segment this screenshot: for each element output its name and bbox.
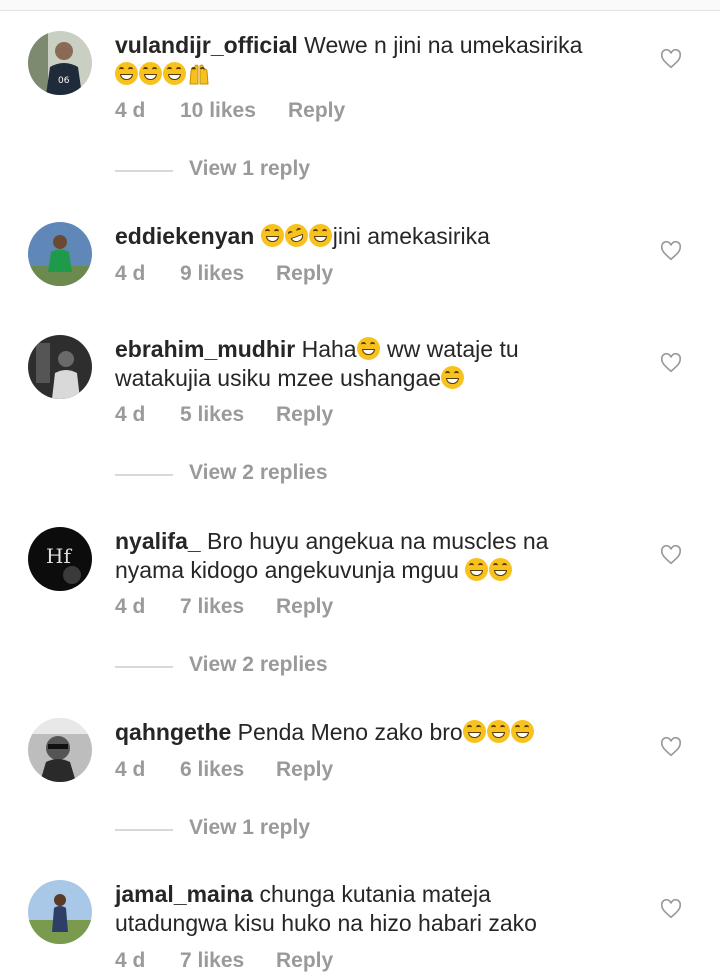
grin-emoji-icon: [510, 720, 534, 743]
reply-button[interactable]: Reply: [288, 99, 345, 123]
comment-text-line2: utadungwa kisu huko na hizo habari zako: [115, 910, 537, 936]
comment-text-cont: ww wataje tu: [380, 336, 519, 362]
comment-age: 4 d: [115, 403, 146, 426]
like-heart-icon[interactable]: [660, 898, 682, 920]
raised-hands-emoji-icon: [187, 62, 211, 85]
comment-age: 4 d: [115, 758, 146, 781]
view-replies-label: View 2 replies: [189, 653, 328, 676]
comment-text-line2: nyama kidogo angekuvunja mguu: [115, 557, 459, 583]
reply-button[interactable]: Reply: [276, 403, 333, 427]
likes-count[interactable]: 10 likes: [180, 99, 256, 123]
like-heart-icon[interactable]: [660, 240, 682, 262]
view-replies-label: View 2 replies: [189, 461, 328, 484]
avatar[interactable]: [28, 222, 92, 286]
grin-emoji-icon: [489, 558, 513, 581]
likes-count[interactable]: 7 likes: [180, 949, 244, 973]
comment-text: jini amekasirika: [332, 223, 490, 249]
grin-emoji-icon: [462, 720, 486, 743]
comment-username[interactable]: eddiekenyan: [115, 223, 254, 249]
likes-count[interactable]: 6 likes: [180, 758, 244, 782]
avatar[interactable]: Hf: [28, 527, 92, 591]
comment-body: jamal_maina chunga kutania mateja utadun…: [115, 880, 635, 938]
likes-count[interactable]: 7 likes: [180, 595, 244, 619]
replies-dash: [115, 474, 173, 476]
comment-username[interactable]: vulandijr_official: [115, 32, 298, 58]
comment-body: qahngethe Penda Meno zako bro: [115, 718, 635, 747]
comment-age: 4 d: [115, 595, 146, 618]
replies-dash: [115, 170, 173, 172]
rofl-emoji-icon: [281, 220, 311, 251]
likes-count[interactable]: 9 likes: [180, 262, 244, 286]
comment-username[interactable]: qahngethe: [115, 719, 231, 745]
comment-body: eddiekenyan jini amekasirika: [115, 220, 635, 251]
likes-count[interactable]: 5 likes: [180, 403, 244, 427]
comment-username[interactable]: jamal_maina: [115, 881, 253, 907]
reply-button[interactable]: Reply: [276, 949, 333, 973]
comment-text: Penda Meno zako bro: [237, 719, 463, 745]
comment-age: 4 d: [115, 99, 146, 122]
comment-username[interactable]: nyalifa_: [115, 528, 201, 554]
comment-text: chunga kutania mateja: [259, 881, 491, 907]
grin-emoji-icon: [356, 337, 380, 360]
replies-dash: [115, 829, 173, 831]
comment-age: 4 d: [115, 949, 146, 972]
grin-emoji-icon: [486, 720, 510, 743]
avatar[interactable]: [28, 718, 92, 782]
grin-emoji-icon: [163, 62, 186, 85]
grin-emoji-icon: [441, 366, 465, 389]
avatar[interactable]: [28, 335, 92, 399]
comment-text: Bro huyu angekua na muscles na: [207, 528, 549, 554]
comment-body: ebrahim_mudhir Haha ww wataje tu watakuj…: [115, 335, 635, 393]
top-divider: [0, 0, 720, 11]
like-heart-icon[interactable]: [660, 736, 682, 758]
svg-text:06: 06: [58, 76, 70, 86]
view-replies-label: View 1 reply: [189, 816, 311, 839]
svg-text:Hf: Hf: [46, 544, 72, 568]
grin-emoji-icon: [139, 62, 162, 85]
avatar[interactable]: [28, 880, 92, 944]
grin-emoji-icon: [308, 224, 332, 247]
reply-button[interactable]: Reply: [276, 758, 333, 782]
reply-button[interactable]: Reply: [276, 595, 333, 619]
grin-emoji-icon: [260, 224, 284, 247]
comment-username[interactable]: ebrahim_mudhir: [115, 336, 295, 362]
grin-emoji-icon: [465, 558, 489, 581]
like-heart-icon[interactable]: [660, 544, 682, 566]
view-replies-label: View 1 reply: [189, 157, 311, 180]
comment-body: nyalifa_ Bro huyu angekua na muscles na …: [115, 527, 635, 585]
comment-text: Haha: [301, 336, 357, 362]
comment-text-line2: watakujia usiku mzee ushangae: [115, 365, 442, 391]
like-heart-icon[interactable]: [660, 48, 682, 70]
replies-dash: [115, 666, 173, 668]
avatar[interactable]: 06: [28, 31, 92, 95]
grin-emoji-icon: [115, 62, 138, 85]
reply-button[interactable]: Reply: [276, 262, 333, 286]
comment-body: vulandijr_official Wewe n jini na umekas…: [115, 31, 635, 89]
comment-text: Wewe n jini na umekasirika: [304, 32, 583, 58]
comment-age: 4 d: [115, 262, 146, 285]
like-heart-icon[interactable]: [660, 352, 682, 374]
